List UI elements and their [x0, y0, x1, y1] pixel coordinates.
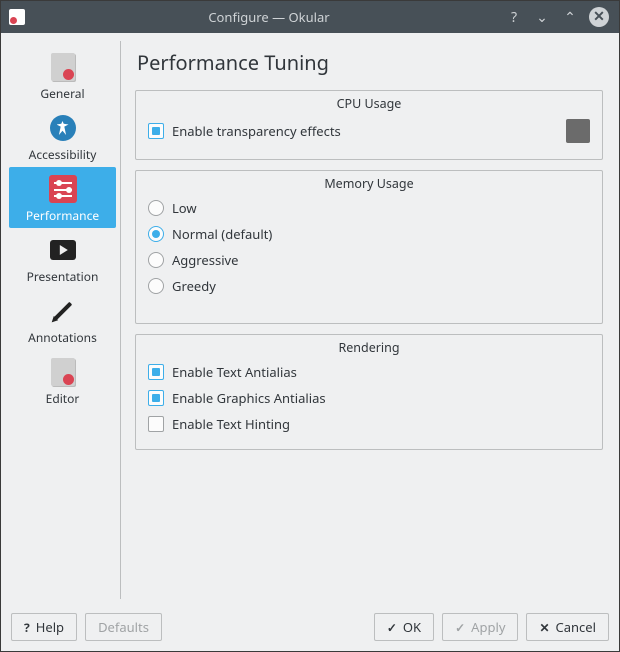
check-icon: ✓: [387, 619, 397, 636]
text-antialias-label: Enable Text Antialias: [172, 363, 297, 381]
page-title: Performance Tuning: [137, 49, 603, 76]
accessibility-icon: [47, 112, 79, 144]
sidebar-item-general[interactable]: General: [9, 45, 116, 106]
memory-radio-aggressive[interactable]: [148, 252, 164, 268]
annotations-icon: [47, 295, 79, 327]
text-antialias-checkbox[interactable]: [148, 364, 164, 380]
general-icon: [47, 51, 79, 83]
button-label: Help: [36, 618, 64, 636]
close-icon: ✕: [539, 619, 549, 636]
check-icon: ✓: [455, 619, 465, 636]
memory-label-normal: Normal (default): [172, 225, 272, 243]
apply-button[interactable]: ✓ Apply: [442, 613, 518, 641]
memory-label-aggressive: Aggressive: [172, 251, 238, 269]
memory-radio-low[interactable]: [148, 200, 164, 216]
sidebar-item-annotations[interactable]: Annotations: [9, 289, 116, 350]
sidebar-item-label: Performance: [26, 207, 99, 224]
transparency-checkbox[interactable]: [148, 123, 164, 139]
button-label: Apply: [471, 618, 505, 636]
minimize-icon[interactable]: ⌄: [533, 8, 551, 26]
window-controls: ? ⌄ ⌃ ✕: [505, 7, 619, 27]
group-title: CPU Usage: [136, 95, 602, 112]
ok-button[interactable]: ✓ OK: [374, 613, 434, 641]
help-titlebar-icon[interactable]: ?: [505, 8, 523, 26]
sidebar-item-performance[interactable]: Performance: [9, 167, 116, 228]
sidebar-item-label: Editor: [46, 390, 80, 407]
cancel-button[interactable]: ✕ Cancel: [526, 613, 609, 641]
dialog-window: Configure — Okular ? ⌄ ⌃ ✕ General Acces…: [0, 0, 620, 652]
window-title: Configure — Okular: [33, 8, 505, 26]
group-rendering: Rendering Enable Text Antialias Enable G…: [135, 334, 603, 450]
help-icon: ?: [24, 619, 30, 636]
category-sidebar: General Accessibility Performance: [9, 41, 121, 599]
sidebar-item-label: Accessibility: [29, 146, 97, 163]
editor-icon: [47, 356, 79, 388]
button-label: Defaults: [98, 618, 149, 636]
sidebar-item-editor[interactable]: Editor: [9, 350, 116, 411]
defaults-button[interactable]: Defaults: [85, 613, 162, 641]
group-memory-usage: Memory Usage Low Normal (default) Aggres…: [135, 170, 603, 324]
transparency-label: Enable transparency effects: [172, 122, 341, 140]
memory-radio-normal[interactable]: [148, 226, 164, 242]
sidebar-item-accessibility[interactable]: Accessibility: [9, 106, 116, 167]
button-bar: ? Help Defaults ✓ OK ✓ Apply ✕ Cancel: [1, 607, 619, 651]
titlebar[interactable]: Configure — Okular ? ⌄ ⌃ ✕: [1, 1, 619, 33]
graphics-antialias-checkbox[interactable]: [148, 390, 164, 406]
help-button[interactable]: ? Help: [11, 613, 77, 641]
button-label: Cancel: [556, 618, 596, 636]
button-label: OK: [403, 618, 421, 636]
memory-label-greedy: Greedy: [172, 277, 216, 295]
graphics-antialias-label: Enable Graphics Antialias: [172, 389, 326, 407]
group-cpu-usage: CPU Usage Enable transparency effects: [135, 90, 603, 160]
cpu-chip-icon: [566, 119, 590, 143]
text-hinting-label: Enable Text Hinting: [172, 415, 290, 433]
sidebar-item-label: Annotations: [28, 329, 97, 346]
sidebar-item-label: General: [40, 85, 84, 102]
group-title: Rendering: [136, 339, 602, 356]
group-title: Memory Usage: [136, 175, 602, 192]
text-hinting-checkbox[interactable]: [148, 416, 164, 432]
content-area: General Accessibility Performance: [1, 33, 619, 607]
maximize-icon[interactable]: ⌃: [561, 8, 579, 26]
sidebar-item-label: Presentation: [27, 268, 99, 285]
sidebar-item-presentation[interactable]: Presentation: [9, 228, 116, 289]
app-icon: [9, 9, 25, 25]
memory-label-low: Low: [172, 199, 197, 217]
performance-icon: [47, 173, 79, 205]
memory-radio-greedy[interactable]: [148, 278, 164, 294]
presentation-icon: [47, 234, 79, 266]
close-icon[interactable]: ✕: [589, 7, 609, 27]
settings-page: Performance Tuning CPU Usage Enable tran…: [121, 41, 611, 599]
